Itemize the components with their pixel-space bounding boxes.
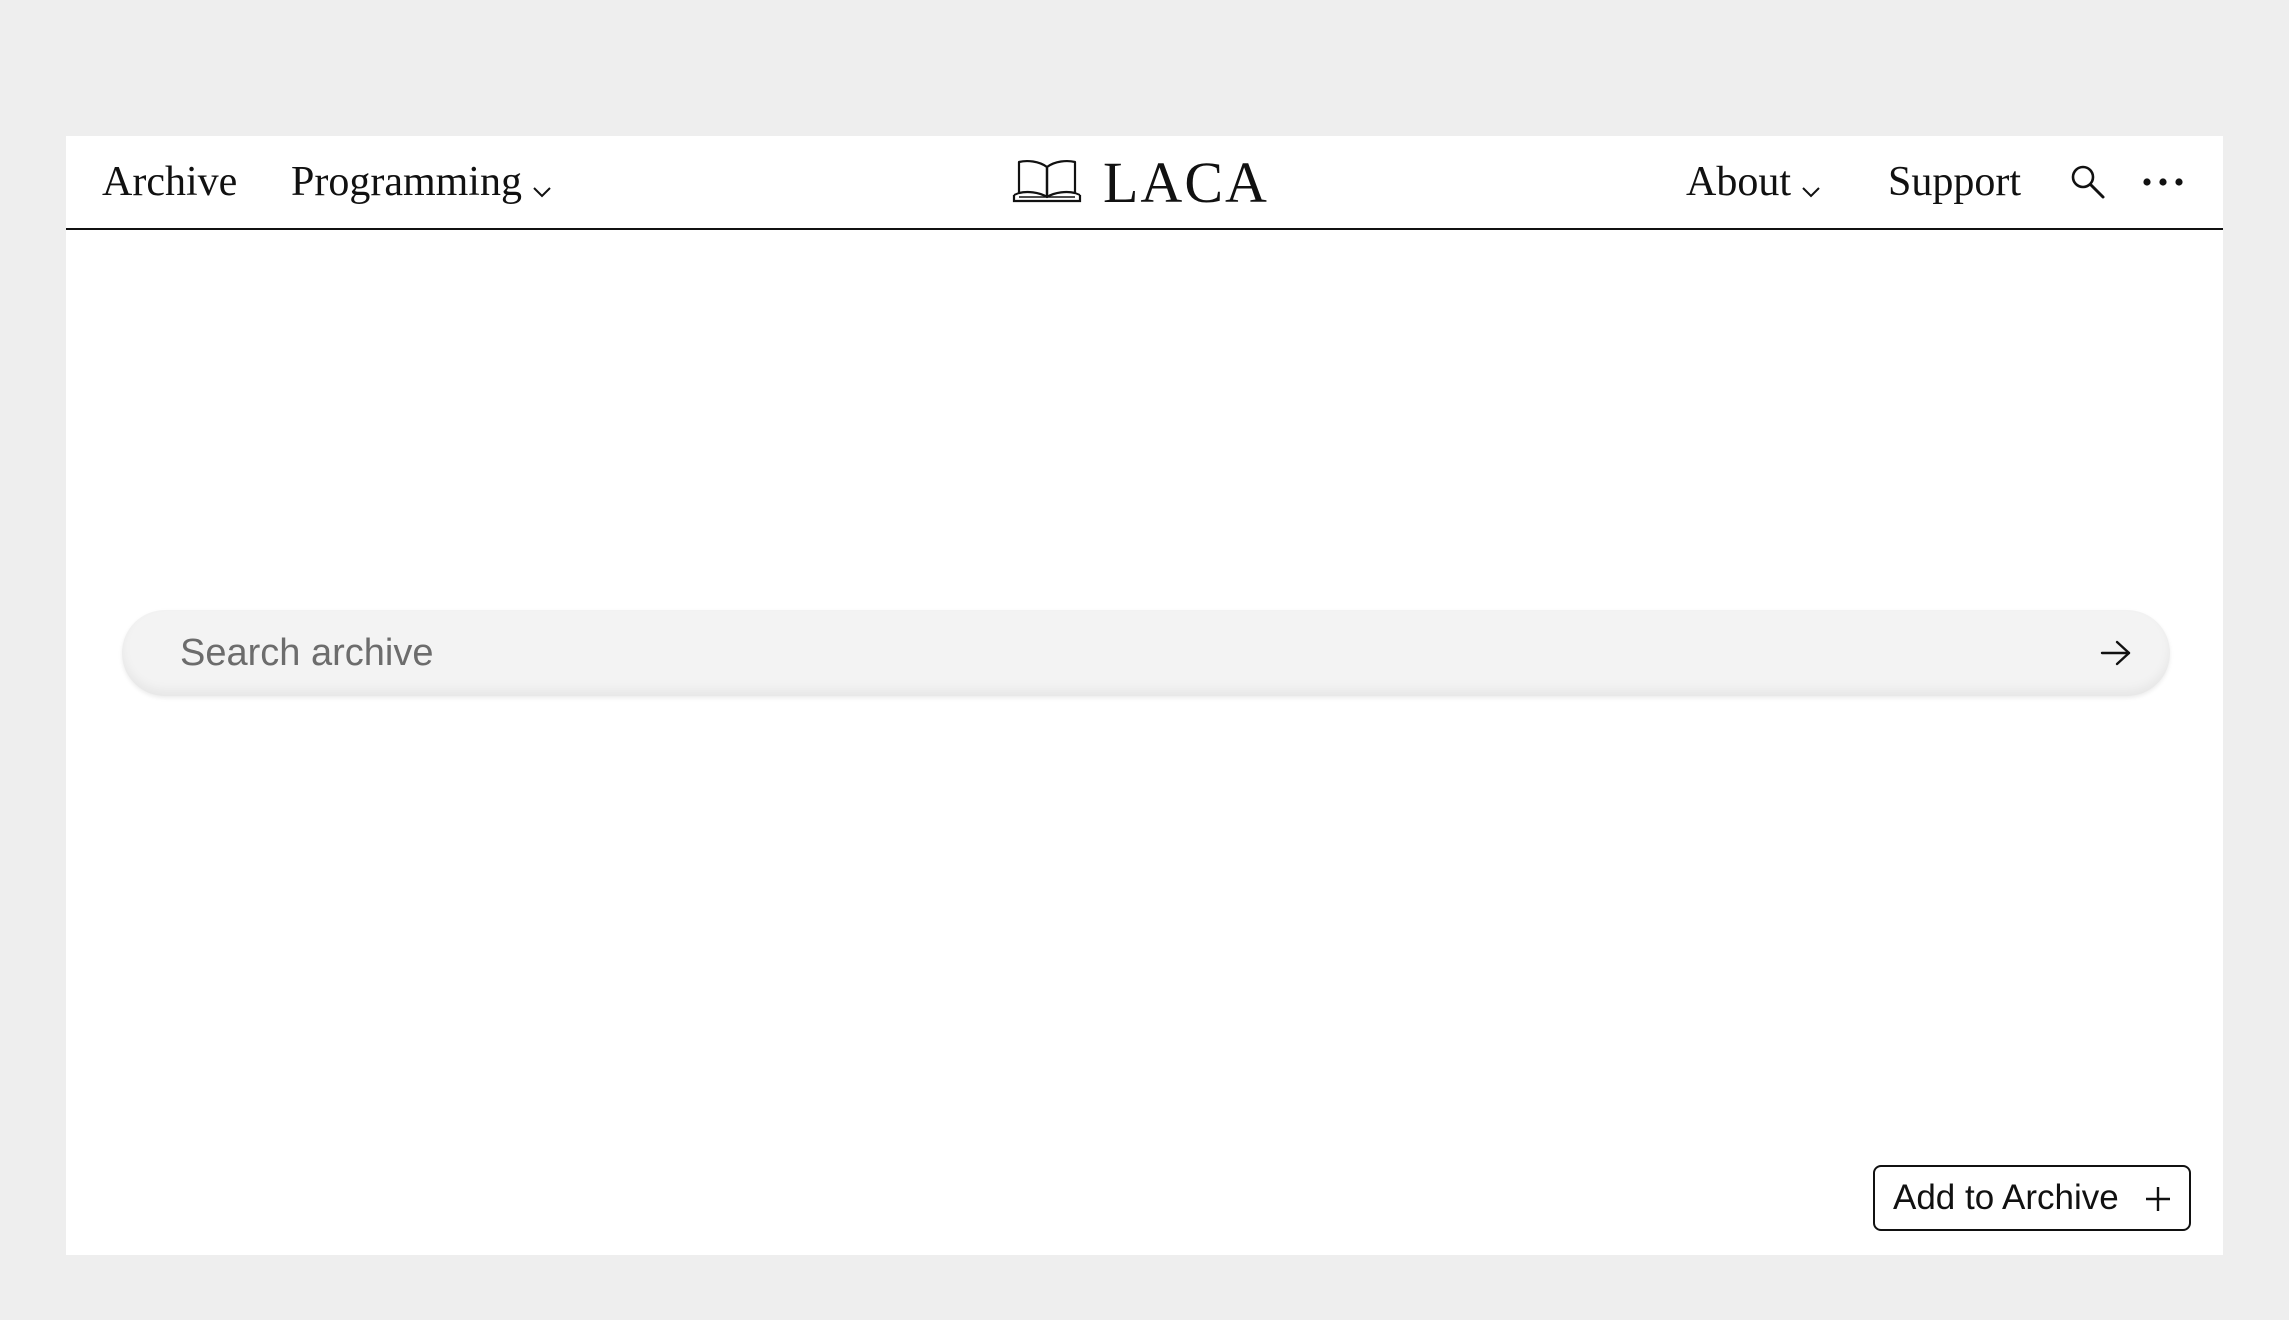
add-to-archive-label: Add to Archive — [1893, 1178, 2119, 1217]
search-input[interactable] — [122, 610, 2062, 696]
brand-name: LACA — [1103, 149, 1269, 215]
nav-support-link[interactable]: Support — [1888, 136, 2021, 228]
arrow-right-icon[interactable] — [2088, 610, 2144, 696]
nav-programming-label: Programming — [291, 159, 522, 205]
add-to-archive-button[interactable]: Add to Archive — [1873, 1165, 2191, 1231]
search-bar — [122, 610, 2170, 696]
top-navbar: Archive Programming LACA About Support — [66, 136, 2223, 230]
nav-archive-link[interactable]: Archive — [102, 136, 237, 228]
search-icon[interactable] — [2066, 136, 2110, 228]
nav-about-label: About — [1686, 159, 1791, 205]
page-container: Archive Programming LACA About Support S… — [66, 136, 2223, 1255]
chevron-down-icon — [532, 161, 552, 209]
brand-home-link[interactable]: LACA — [1011, 136, 1269, 228]
open-book-icon — [1011, 157, 1083, 205]
nav-support-label: Support — [1888, 159, 2022, 205]
nav-archive-label: Archive — [102, 159, 238, 205]
nav-programming-dropdown[interactable]: Programming — [291, 136, 552, 228]
chevron-down-icon — [1801, 161, 1821, 209]
plus-icon — [2143, 1183, 2173, 1213]
more-icon[interactable] — [2136, 136, 2190, 228]
nav-about-dropdown[interactable]: About — [1686, 136, 1821, 228]
